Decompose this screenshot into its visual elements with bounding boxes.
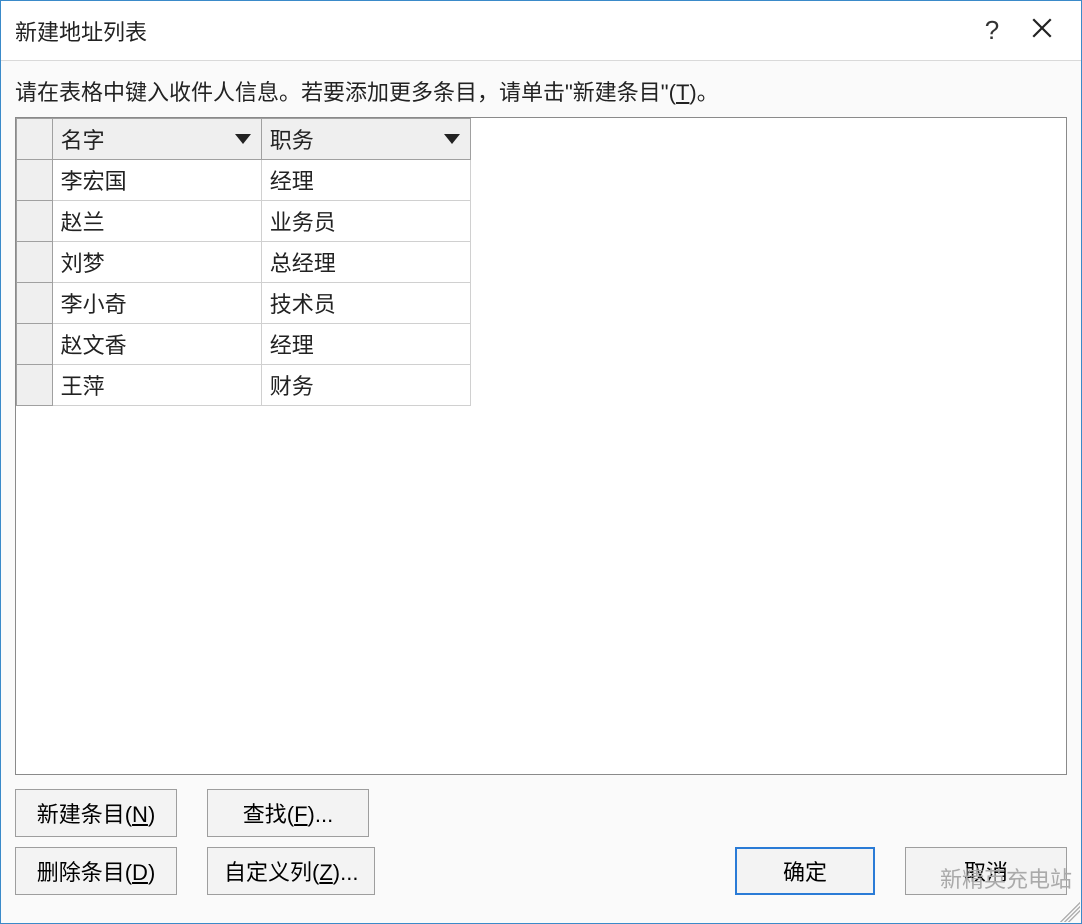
column-header-role[interactable]: 职务 (261, 119, 470, 160)
table-row[interactable]: 李小奇 技术员 (17, 283, 471, 324)
cancel-button[interactable]: 取消 (905, 847, 1067, 895)
chevron-down-icon (235, 134, 251, 144)
table-row[interactable]: 李宏国 经理 (17, 160, 471, 201)
new-address-list-dialog: 新建地址列表 ? 请在表格中键入收件人信息。若要添加更多条目，请单击"新建条目"… (0, 0, 1082, 924)
cell-role[interactable]: 经理 (261, 160, 470, 201)
row-header[interactable] (17, 201, 53, 242)
row-header[interactable] (17, 242, 53, 283)
recipient-table-area[interactable]: 名字 职务 李宏国 经理 (15, 117, 1067, 775)
cell-name[interactable]: 赵兰 (52, 201, 261, 242)
btn-suffix: )... (308, 802, 334, 827)
row-header[interactable] (17, 283, 53, 324)
row-header[interactable] (17, 365, 53, 406)
btn-label: 查找( (243, 802, 294, 827)
btn-label: 删除条目( (37, 860, 132, 885)
cell-role[interactable]: 经理 (261, 324, 470, 365)
cell-role[interactable]: 业务员 (261, 201, 470, 242)
table-row[interactable]: 赵兰 业务员 (17, 201, 471, 242)
header-row: 名字 职务 (17, 119, 471, 160)
instructions-text: 请在表格中键入收件人信息。若要添加更多条目，请单击"新建条目"(T)。 (15, 75, 1067, 107)
dialog-content: 请在表格中键入收件人信息。若要添加更多条目，请单击"新建条目"(T)。 名字 职… (1, 61, 1081, 923)
close-button[interactable] (1017, 18, 1067, 44)
row-header[interactable] (17, 160, 53, 201)
titlebar: 新建地址列表 ? (1, 1, 1081, 61)
table-row[interactable]: 刘梦 总经理 (17, 242, 471, 283)
cell-name[interactable]: 刘梦 (52, 242, 261, 283)
button-row-1: 新建条目(N) 查找(F)... (15, 775, 1067, 847)
column-header-role-label: 职务 (270, 123, 314, 155)
delete-entry-button[interactable]: 删除条目(D) (15, 847, 177, 895)
cell-name[interactable]: 王萍 (52, 365, 261, 406)
btn-hotkey: D (132, 860, 148, 885)
cell-role[interactable]: 技术员 (261, 283, 470, 324)
customize-columns-button[interactable]: 自定义列(Z)... (207, 847, 375, 895)
find-button[interactable]: 查找(F)... (207, 789, 369, 837)
new-entry-button[interactable]: 新建条目(N) (15, 789, 177, 837)
btn-label: 自定义列( (224, 860, 319, 885)
btn-label: 新建条目( (37, 802, 132, 827)
table-row[interactable]: 王萍 财务 (17, 365, 471, 406)
btn-suffix: )... (333, 860, 359, 885)
cell-role[interactable]: 财务 (261, 365, 470, 406)
instructions-hotkey: T (676, 80, 689, 105)
btn-suffix: ) (148, 802, 155, 827)
btn-hotkey: N (132, 802, 148, 827)
cell-name[interactable]: 李宏国 (52, 160, 261, 201)
row-header[interactable] (17, 324, 53, 365)
ok-button[interactable]: 确定 (735, 847, 875, 895)
instructions-prefix: 请在表格中键入收件人信息。若要添加更多条目，请单击"新建条目"( (15, 80, 676, 105)
column-header-name-label: 名字 (61, 123, 105, 155)
help-button[interactable]: ? (967, 15, 1017, 46)
table-row[interactable]: 赵文香 经理 (17, 324, 471, 365)
cell-name[interactable]: 赵文香 (52, 324, 261, 365)
dialog-title: 新建地址列表 (15, 15, 967, 47)
btn-suffix: ) (148, 860, 155, 885)
cell-name[interactable]: 李小奇 (52, 283, 261, 324)
chevron-down-icon (444, 134, 460, 144)
cell-role[interactable]: 总经理 (261, 242, 470, 283)
close-icon (1032, 18, 1052, 38)
button-row-2: 删除条目(D) 自定义列(Z)... 确定 取消 (15, 847, 1067, 909)
column-header-name[interactable]: 名字 (52, 119, 261, 160)
instructions-suffix: )。 (689, 80, 718, 105)
btn-hotkey: Z (319, 860, 332, 885)
recipient-table: 名字 职务 李宏国 经理 (16, 118, 471, 406)
btn-hotkey: F (294, 802, 307, 827)
resize-grip-icon[interactable] (1060, 902, 1080, 922)
corner-header[interactable] (17, 119, 53, 160)
